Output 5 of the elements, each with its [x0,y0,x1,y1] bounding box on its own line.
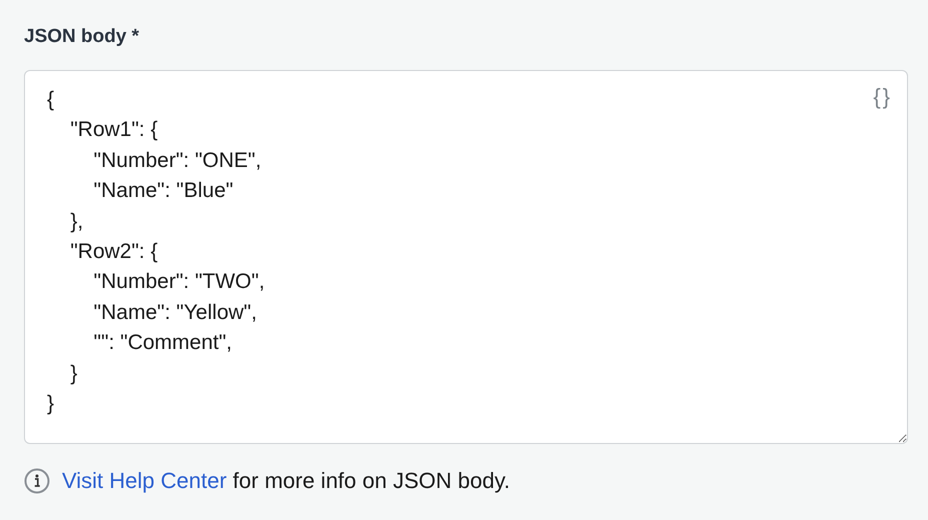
help-text: Visit Help Center for more info on JSON body. [62,468,510,494]
field-label: JSON body * [24,26,140,48]
help-center-link[interactable]: Visit Help Center [62,468,227,493]
format-icon[interactable]: {} [873,86,892,108]
info-icon [24,468,50,494]
